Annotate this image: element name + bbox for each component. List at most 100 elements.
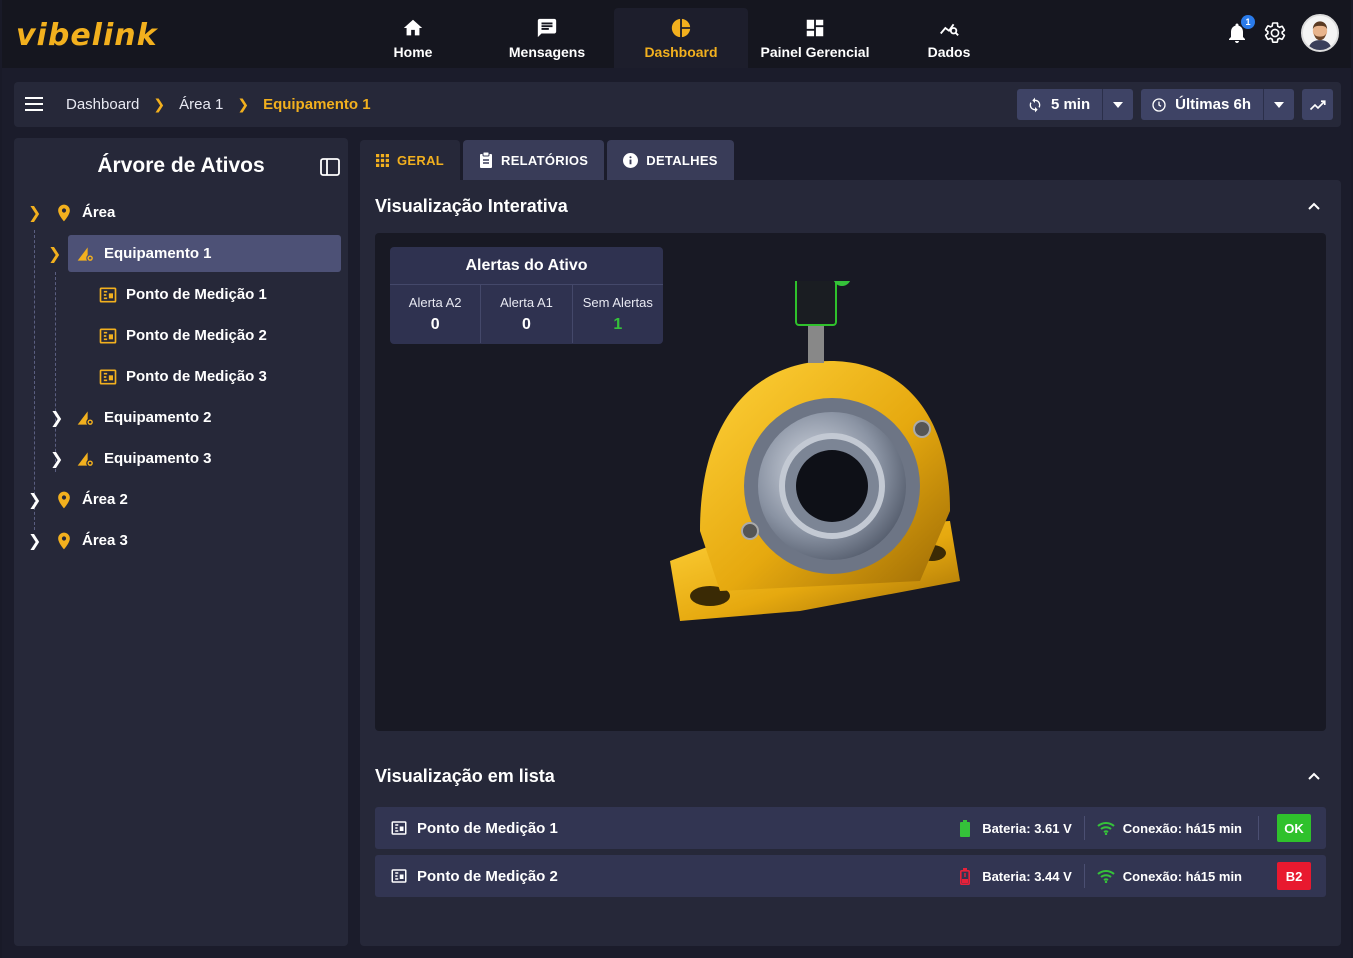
main-nav: Home Mensagens Dashboard Painel Gerencia… — [346, 8, 1016, 68]
divider — [1258, 864, 1259, 888]
bearing-housing-3d-model[interactable] — [660, 281, 980, 681]
grid-dots-icon — [376, 153, 389, 167]
tree-item-label: Ponto de Medição 3 — [126, 368, 267, 385]
caret-down-icon — [1113, 101, 1124, 108]
avatar-illustration-icon — [1303, 16, 1337, 50]
chevron-right-icon[interactable]: ❯ — [50, 449, 64, 469]
time-controls: 5 min Últimas 6h — [1016, 89, 1333, 120]
vibelink-logo[interactable]: vibelink — [16, 18, 158, 53]
connection-value: Conexão: há15 min — [1122, 868, 1242, 884]
tree-item-label: Área 3 — [82, 532, 128, 549]
list-view-title: Visualização em lista — [375, 766, 555, 786]
refresh-interval-dropdown[interactable] — [1102, 89, 1133, 120]
nav-mensagens-label: Mensagens — [508, 43, 586, 60]
nav-mensagens[interactable]: Mensagens — [480, 8, 614, 68]
measurement-point-icon — [391, 821, 407, 835]
chevron-right-icon[interactable]: ❯ — [28, 531, 42, 551]
tree-item-label: Área — [82, 204, 116, 221]
chevron-right-icon[interactable]: ❯ — [28, 203, 42, 223]
breadcrumb: Dashboard ❯ Área 1 ❯ Equipamento 1 — [66, 82, 371, 127]
top-navbar: vibelink Home Mensagens Dashboard Painel… — [2, 0, 1351, 68]
tree-item-label: Equipamento 2 — [104, 409, 212, 426]
time-range-dropdown[interactable] — [1263, 89, 1294, 120]
pie-chart-icon — [671, 18, 691, 37]
breadcrumb-area-1[interactable]: Área 1 — [179, 96, 223, 113]
status-badge: OK — [1277, 814, 1311, 842]
location-pin-icon — [58, 204, 70, 221]
content-tabs: GERAL RELATÓRIOS DETALHES — [360, 140, 734, 180]
no-alerts-value: 1 — [613, 315, 623, 333]
notification-badge: 1 — [1241, 15, 1255, 29]
nav-home-label: Home — [393, 43, 433, 60]
refresh-interval-control: 5 min — [1016, 89, 1134, 120]
list-item-label: Ponto de Medição 2 — [417, 867, 558, 885]
breadcrumb-dashboard[interactable]: Dashboard — [66, 96, 139, 113]
time-range-control: Últimas 6h — [1141, 89, 1294, 120]
no-alerts-label: Sem Alertas — [582, 294, 653, 310]
tree-item-area-3[interactable]: ❯ Área 3 — [28, 522, 338, 559]
user-avatar[interactable] — [1301, 14, 1339, 52]
home-icon — [403, 19, 423, 35]
alert-a1-column: Alerta A1 0 — [480, 285, 571, 343]
notifications-button[interactable]: 1 — [1225, 15, 1255, 45]
equipment-gear-icon — [77, 410, 95, 426]
refresh-interval-button[interactable]: 5 min — [1017, 89, 1102, 120]
list-item[interactable]: Ponto de Medição 1 Bateria: 3.61 V Conex… — [375, 807, 1326, 849]
list-item-label: Ponto de Medição 1 — [417, 819, 558, 837]
alert-a2-column: Alerta A2 0 — [390, 285, 480, 343]
alert-a2-value: 0 — [430, 315, 440, 333]
location-pin-icon — [58, 532, 70, 549]
tree-item-ponto-2[interactable]: Ponto de Medição 2 — [98, 317, 338, 354]
nav-home[interactable]: Home — [346, 8, 480, 68]
tree-item-ponto-1[interactable]: Ponto de Medição 1 — [98, 276, 338, 313]
no-alerts-column: Sem Alertas 1 — [571, 285, 663, 343]
tree-item-label: Equipamento 1 — [104, 245, 212, 262]
tree-item-area-2[interactable]: ❯ Área 2 — [28, 481, 338, 518]
wifi-icon — [1097, 822, 1115, 835]
nav-dashboard-label: Dashboard — [644, 43, 718, 60]
nav-painel-gerencial[interactable]: Painel Gerencial — [748, 8, 882, 68]
measurement-point-icon — [99, 369, 117, 384]
tab-geral[interactable]: GERAL — [360, 140, 460, 180]
alert-a2-label: Alerta A2 — [408, 294, 462, 310]
tab-detalhes[interactable]: DETALHES — [607, 140, 734, 180]
time-range-button[interactable]: Últimas 6h — [1141, 89, 1263, 120]
clipboard-icon — [480, 152, 492, 168]
divider — [1083, 864, 1085, 888]
hamburger-menu-icon[interactable] — [24, 94, 44, 114]
chevron-right-icon[interactable]: ❯ — [50, 408, 64, 428]
tab-geral-label: GERAL — [397, 152, 444, 168]
tree-item-label: Equipamento 3 — [104, 450, 212, 467]
battery-value: Bateria: 3.61 V — [982, 820, 1072, 836]
wifi-icon — [1097, 870, 1115, 883]
list-item-meta: Bateria: 3.44 V Conexão: há15 min — [960, 864, 1259, 888]
list-item[interactable]: Ponto de Medição 2 Bateria: 3.44 V Conex… — [375, 855, 1326, 897]
interactive-view-title: Visualização Interativa — [375, 196, 568, 216]
tree-item-equipamento-2[interactable]: ❯ Equipamento 2 — [50, 399, 338, 436]
divider — [1083, 816, 1085, 840]
status-badge: B2 — [1277, 862, 1311, 890]
alert-a1-value: 0 — [522, 315, 531, 333]
asset-alerts-title: Alertas do Ativo — [390, 247, 663, 285]
trend-chart-button[interactable] — [1302, 89, 1333, 120]
caret-down-icon — [1274, 101, 1284, 108]
asset-tree-panel: Árvore de Ativos ❯ Área ❯ Equipamento 1 … — [14, 138, 348, 946]
nav-dashboard[interactable]: Dashboard — [614, 8, 748, 68]
chevron-right-icon[interactable]: ❯ — [48, 244, 62, 264]
list-item-meta: Bateria: 3.61 V Conexão: há15 min — [960, 816, 1259, 840]
chevron-right-icon[interactable]: ❯ — [28, 490, 42, 510]
gear-icon[interactable] — [1263, 21, 1287, 45]
nav-dados[interactable]: Dados — [882, 8, 1016, 68]
chevron-up-icon[interactable] — [1305, 768, 1323, 786]
tree-item-ponto-3[interactable]: Ponto de Medição 3 — [98, 358, 338, 395]
chevron-up-icon[interactable] — [1305, 198, 1323, 216]
tab-relatorios[interactable]: RELATÓRIOS — [463, 140, 605, 180]
interactive-3d-viewer[interactable]: Alertas do Ativo Alerta A2 0 Alerta A1 0… — [375, 233, 1326, 731]
chevron-right-icon: ❯ — [153, 96, 166, 112]
clock-icon — [1152, 97, 1166, 112]
sidebar-collapse-icon[interactable] — [320, 158, 340, 176]
chevron-right-icon: ❯ — [237, 96, 250, 112]
tree-item-equipamento-1[interactable]: ❯ Equipamento 1 — [48, 235, 341, 272]
tree-item-equipamento-3[interactable]: ❯ Equipamento 3 — [50, 440, 338, 477]
tree-item-area[interactable]: ❯ Área — [28, 194, 338, 231]
